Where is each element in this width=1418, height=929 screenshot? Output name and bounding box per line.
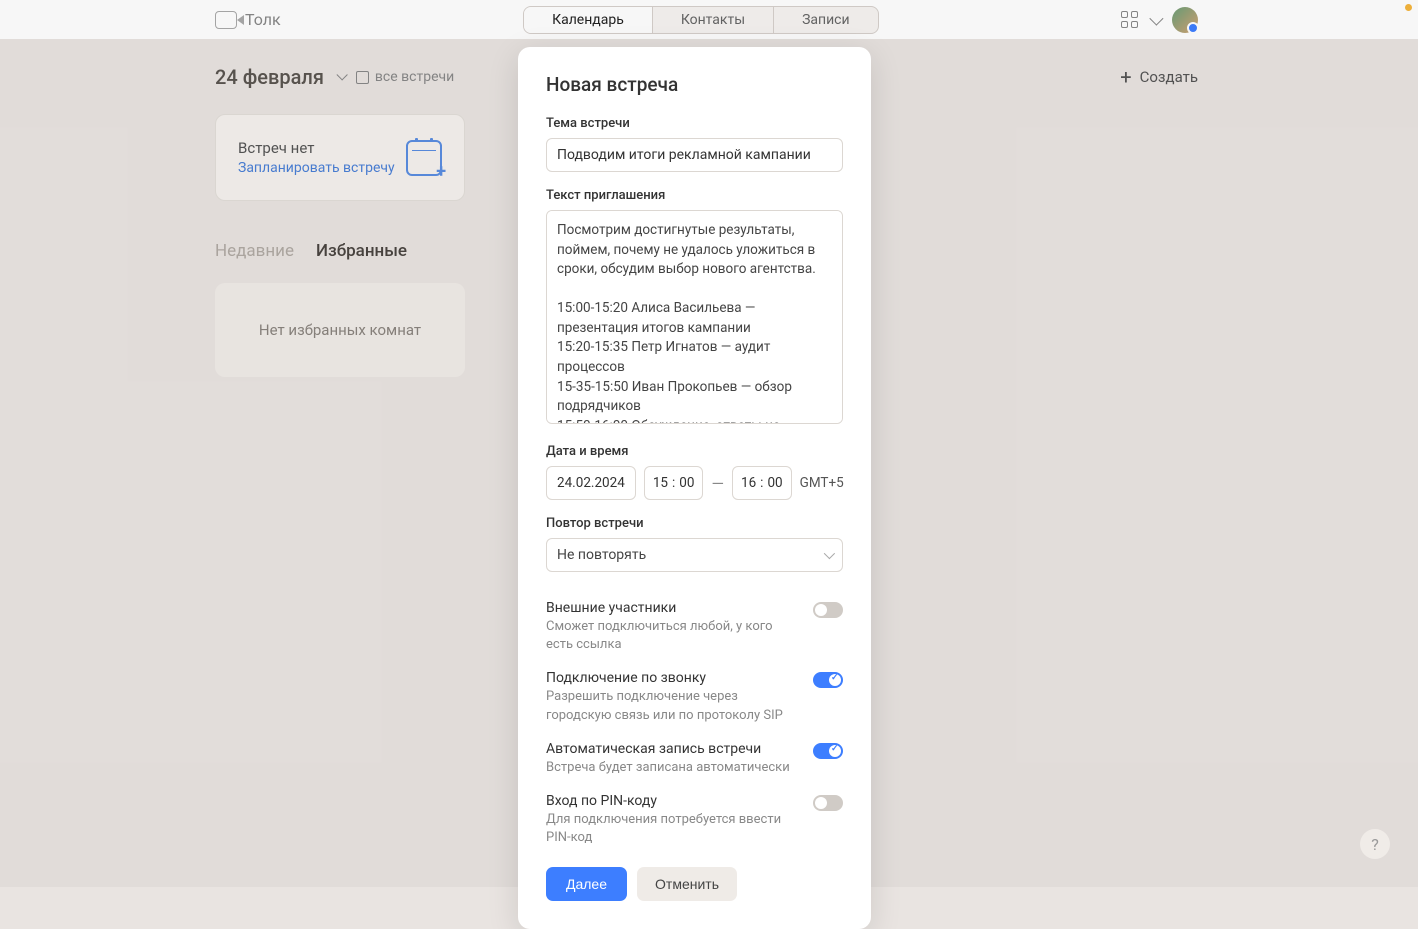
pin-toggle[interactable] — [813, 795, 843, 811]
timezone-label: GMT+5 — [800, 475, 844, 491]
toggle-external: Внешние участники Сможет подключиться лю… — [546, 600, 843, 654]
cancel-button[interactable]: Отменить — [637, 867, 737, 901]
pin-title: Вход по PIN-коду — [546, 793, 801, 809]
datetime-row: 24.02.2024 15:00 — 16:00 GMT+5 — [546, 466, 843, 500]
next-button[interactable]: Далее — [546, 867, 627, 901]
start-time-input[interactable]: 15:00 — [644, 466, 704, 500]
external-sub: Сможет подключиться любой, у кого есть с… — [546, 618, 801, 654]
repeat-select[interactable]: Не повторять — [546, 538, 843, 572]
record-sub: Встреча будет записана автоматически — [546, 759, 801, 777]
external-title: Внешние участники — [546, 600, 801, 616]
invite-textarea[interactable]: Посмотрим достигнутые результаты, поймем… — [546, 210, 843, 424]
record-title: Автоматическая запись встречи — [546, 741, 801, 757]
toggle-dialin: Подключение по звонку Разрешить подключе… — [546, 670, 843, 724]
repeat-value: Не повторять — [557, 547, 646, 563]
chevron-down-icon — [824, 548, 835, 559]
subject-label: Тема встречи — [546, 116, 843, 131]
toggle-record: Автоматическая запись встречи Встреча бу… — [546, 741, 843, 777]
repeat-label: Повтор встречи — [546, 516, 843, 531]
modal-title: Новая встреча — [546, 73, 843, 96]
external-toggle[interactable] — [813, 602, 843, 618]
dialin-sub: Разрешить подключение через городскую св… — [546, 688, 801, 724]
dialin-title: Подключение по звонку — [546, 670, 801, 686]
date-input[interactable]: 24.02.2024 — [546, 466, 636, 500]
help-button[interactable]: ? — [1360, 829, 1390, 859]
dash-icon: — — [711, 474, 724, 493]
pin-sub: Для подключения потребуется ввести PIN-к… — [546, 811, 801, 847]
end-time-input[interactable]: 16:00 — [732, 466, 792, 500]
modal-buttons: Далее Отменить — [546, 867, 843, 901]
datetime-label: Дата и время — [546, 444, 843, 459]
new-meeting-modal: Новая встреча Тема встречи Текст приглаш… — [518, 47, 871, 929]
record-toggle[interactable] — [813, 743, 843, 759]
toggle-pin: Вход по PIN-коду Для подключения потребу… — [546, 793, 843, 847]
invite-label: Текст приглашения — [546, 188, 843, 203]
subject-input[interactable] — [546, 138, 843, 172]
dialin-toggle[interactable] — [813, 672, 843, 688]
